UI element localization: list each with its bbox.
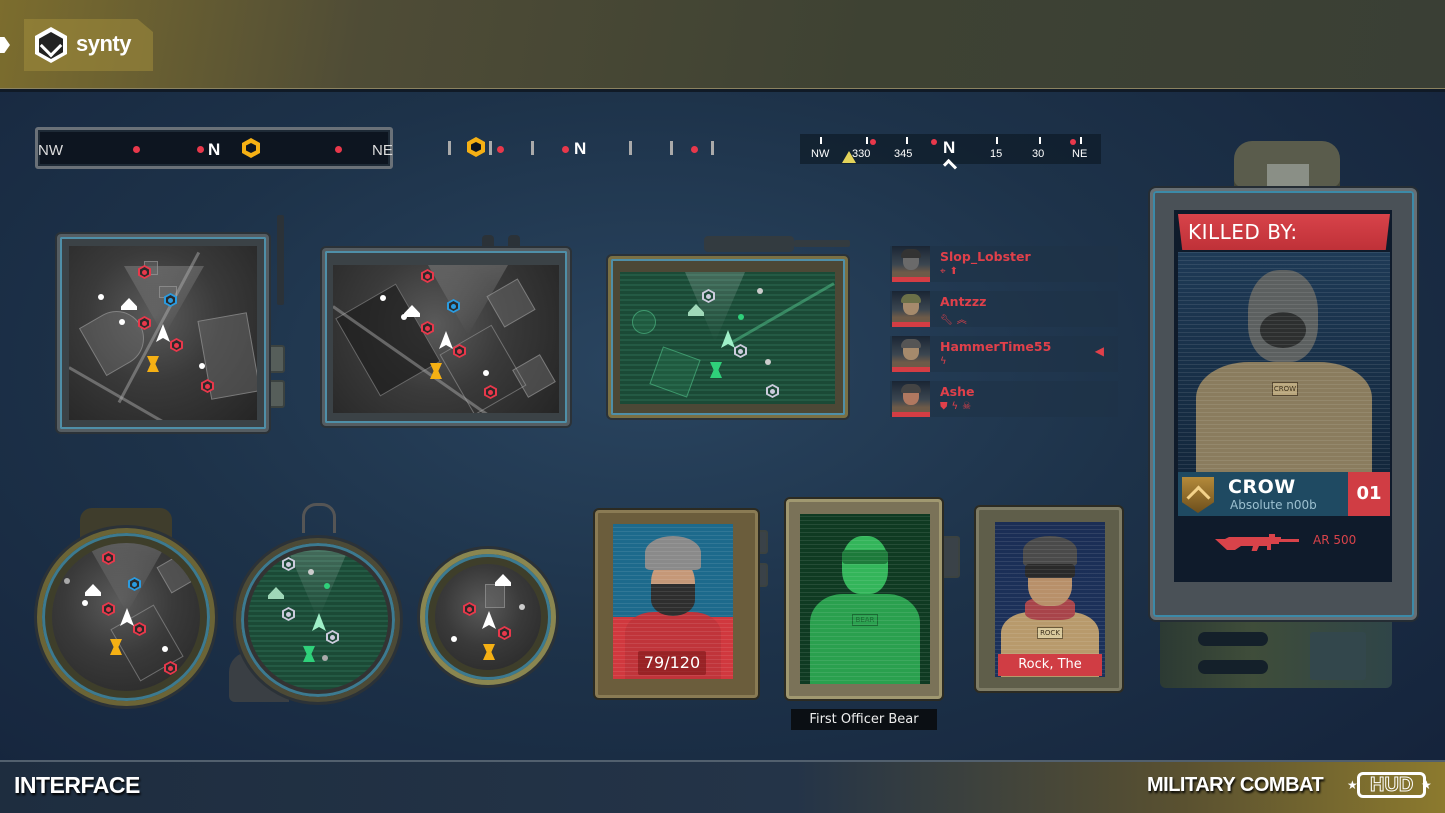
- star-icon: ★: [1421, 778, 1432, 792]
- base-tent-icon: [495, 574, 511, 586]
- enemy-dot: [562, 146, 569, 153]
- minimap-round-1-view[interactable]: [52, 543, 200, 691]
- assault-rifle-icon: [1215, 534, 1299, 551]
- base-tent-icon: [85, 584, 101, 596]
- player-arrow-icon: [312, 613, 326, 631]
- enemy-dot: [197, 146, 204, 153]
- squad-member-name: Slop_Lobster: [940, 249, 1031, 264]
- lightning-icon: ϟ: [940, 356, 951, 367]
- base-tent-icon: [268, 587, 284, 599]
- kill-count: 01: [1348, 472, 1390, 516]
- compass-label-ne: NE: [372, 142, 393, 159]
- status-icons: ⌖⬆: [940, 266, 962, 277]
- compass-label-15: 15: [990, 148, 1003, 160]
- enemy-hex-icon: [463, 602, 476, 616]
- avatar: [892, 336, 930, 372]
- player-arrow-icon: [439, 331, 453, 349]
- health-readout: 79/120: [638, 651, 706, 675]
- compass-label-330: 330: [852, 148, 871, 160]
- neutral-hex-icon: [766, 384, 779, 398]
- enemy-dot: [497, 146, 504, 153]
- minimap-2-view[interactable]: [333, 265, 559, 413]
- minimap-3-view[interactable]: [620, 272, 835, 404]
- enemy-dot: [931, 139, 937, 145]
- skull-crossbones-icon: ☠: [962, 401, 976, 412]
- compass-label-n: N: [943, 138, 956, 157]
- section-title: INTERFACE: [14, 772, 140, 798]
- compass-label-nw: NW: [38, 142, 63, 159]
- compass-label-ne: NE: [1072, 148, 1088, 160]
- base-tent-icon: [121, 298, 137, 310]
- product-title: MILITARY COMBAT: [1147, 774, 1324, 796]
- brand-name: synty: [76, 31, 131, 56]
- squad-member-name: Ashe: [940, 384, 975, 399]
- compass-label-nw: NW: [811, 148, 830, 160]
- objective-hex-icon: [242, 138, 260, 158]
- avatar: [892, 246, 930, 282]
- avatar: [892, 291, 930, 327]
- compass-label-30: 30: [1032, 148, 1045, 160]
- minimap-1-view[interactable]: [69, 246, 257, 420]
- killer-title: Absolute n00b: [1230, 498, 1317, 512]
- enemy-hex-icon: [102, 602, 115, 616]
- neutral-hex-icon: [734, 344, 747, 358]
- status-icons: ⛊ϟ☠: [940, 401, 975, 412]
- objective-hourglass-icon: [483, 644, 495, 660]
- killcam-base: [1160, 620, 1392, 688]
- compass-label-n: N: [574, 139, 587, 158]
- portrait-name-label: Rock, The: [998, 654, 1102, 676]
- compass-label-345: 345: [894, 148, 913, 160]
- objective-hex-icon: [467, 137, 485, 157]
- compass-label-n: N: [208, 140, 221, 159]
- enemy-dot: [870, 139, 876, 145]
- objective-hourglass-icon: [147, 356, 159, 372]
- clip-handle: [302, 503, 336, 533]
- squad-member-name: Antzzz: [940, 294, 987, 309]
- neutral-hex-icon: [326, 630, 339, 644]
- enemy-dot: [691, 146, 698, 153]
- status-icons: 🔧︎︽: [940, 311, 971, 326]
- status-icons: ϟ: [940, 356, 951, 367]
- enemy-dot: [335, 146, 342, 153]
- squad-member-name: HammerTime55: [940, 339, 1052, 354]
- squad-member[interactable]: Ashe ⛊ϟ☠: [890, 381, 1118, 417]
- squad-member[interactable]: Slop_Lobster ⌖⬆: [890, 246, 1118, 282]
- rank-chevrons-icon: ︽: [956, 315, 971, 326]
- enemy-dot: [1070, 139, 1076, 145]
- top-banner: [0, 0, 1445, 92]
- killer-name: CROW: [1228, 476, 1296, 498]
- speaker-icon: ◀: [1094, 344, 1104, 358]
- enemy-dot: [133, 146, 140, 153]
- objective-hourglass-icon: [430, 363, 442, 379]
- lightning-icon: ϟ: [951, 401, 963, 412]
- killer-portrait: CROW: [1178, 252, 1390, 472]
- avatar: [892, 381, 930, 417]
- enemy-hex-icon: [498, 626, 511, 640]
- killed-by-title: KILLED BY:: [1188, 220, 1298, 244]
- enemy-hex-icon: [170, 338, 183, 352]
- player-arrow-icon: [482, 611, 496, 629]
- crosshair-icon: ⌖: [940, 266, 950, 277]
- portrait-caption: First Officer Bear: [791, 709, 937, 730]
- minimap-round-3-view[interactable]: [435, 564, 541, 670]
- product-badge: HUD: [1357, 772, 1427, 798]
- boot-up-icon: ⬆: [949, 266, 963, 277]
- shield-icon: ⛊: [940, 401, 952, 412]
- minimap-round-2-view[interactable]: [248, 550, 388, 690]
- squad-member[interactable]: HammerTime55 ϟ ◀: [890, 336, 1118, 372]
- antenna: [277, 215, 284, 305]
- squad-list: Slop_Lobster ⌖⬆ Antzzz 🔧︎︽ HammerTime55 …: [890, 246, 1118, 426]
- objective-hourglass-icon: [710, 362, 722, 378]
- squad-member[interactable]: Antzzz 🔧︎︽: [890, 291, 1118, 327]
- wrench-icon: 🔧︎: [940, 315, 957, 326]
- compass-framed: NW N NE: [35, 127, 393, 169]
- objective-hourglass-icon: [303, 646, 315, 662]
- portrait-hologram[interactable]: BEAR: [800, 514, 930, 684]
- hud-showcase: synty NW N NE N NW 330 345 N 15 30 NE Sl…: [0, 0, 1445, 813]
- neutral-hex-icon: [282, 607, 295, 621]
- weapon-name: AR 500: [1313, 533, 1357, 547]
